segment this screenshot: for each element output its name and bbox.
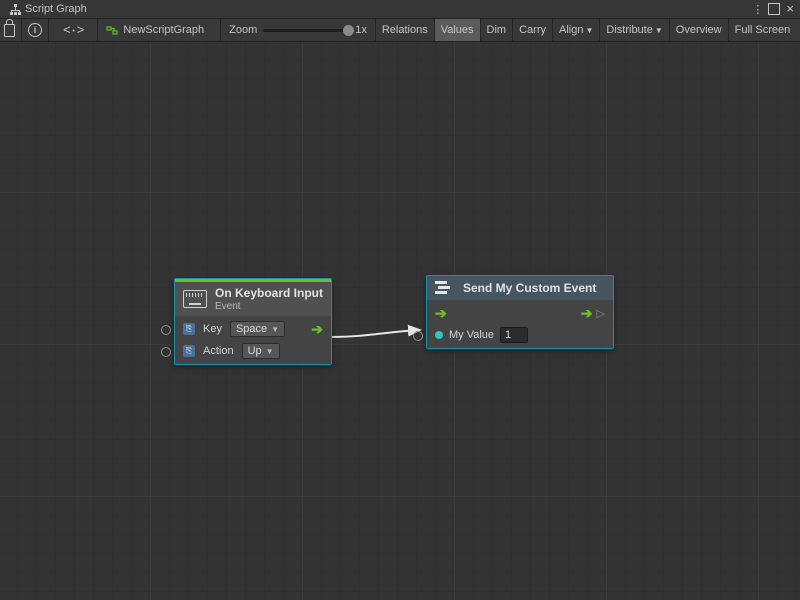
chevron-down-icon: ▼ <box>585 26 593 35</box>
keyboard-icon <box>183 290 207 308</box>
graph-breadcrumb[interactable]: NewScriptGraph <box>98 19 221 41</box>
flow-input-port[interactable]: ➔ <box>435 305 447 322</box>
value-port-icon: ⎘ <box>183 345 195 357</box>
node-title: On Keyboard Input <box>215 286 323 300</box>
zoom-label: Zoom <box>229 24 257 36</box>
input-label: Action <box>203 345 234 357</box>
maximize-icon[interactable] <box>768 3 780 15</box>
zoom-control[interactable]: Zoom 1x <box>221 19 376 41</box>
flow-output-port[interactable]: ➔ <box>581 305 593 322</box>
align-dropdown[interactable]: Align▼ <box>553 19 600 41</box>
carry-button[interactable]: Carry <box>513 19 553 41</box>
input-port[interactable] <box>413 331 423 341</box>
value-port-icon[interactable] <box>435 331 443 339</box>
canvas-grid <box>0 42 800 600</box>
dropdown-value: Space <box>236 323 267 335</box>
graph-hierarchy-icon <box>10 4 21 15</box>
node-send-my-custom-event[interactable]: Send My Custom Event ➔ ➔ ▷ My Value 1 <box>426 275 614 349</box>
node-input-myvalue: My Value 1 <box>427 324 613 346</box>
lock-icon[interactable] <box>4 24 15 37</box>
input-port[interactable] <box>161 347 171 357</box>
chevron-down-icon: ▼ <box>266 347 274 356</box>
value-port-icon: ⎘ <box>183 323 195 335</box>
script-graph-icon <box>106 24 118 36</box>
window-tab[interactable]: Script Graph <box>4 0 93 18</box>
input-label: My Value <box>449 329 494 341</box>
info-icon[interactable]: i <box>28 23 42 37</box>
key-dropdown[interactable]: Space ▼ <box>230 321 285 337</box>
input-port[interactable] <box>161 325 171 335</box>
window-title: Script Graph <box>25 3 87 15</box>
node-title: Send My Custom Event <box>463 281 596 295</box>
fullscreen-button[interactable]: Full Screen <box>729 19 797 41</box>
node-subtitle: Event <box>215 301 323 312</box>
code-brackets-icon[interactable]: <·> <box>63 23 83 38</box>
graph-canvas[interactable]: On Keyboard Input Event ⎘ Key Space ▼ ➔ … <box>0 42 800 600</box>
overview-button[interactable]: Overview <box>670 19 729 41</box>
flow-output-port[interactable]: ➔ <box>311 321 323 338</box>
node-header[interactable]: On Keyboard Input Event <box>175 282 331 316</box>
dim-button[interactable]: Dim <box>481 19 514 41</box>
close-icon[interactable]: × <box>786 4 794 14</box>
zoom-slider[interactable] <box>263 29 349 32</box>
dropdown-value: Up <box>248 345 262 357</box>
value-field[interactable]: 1 <box>500 327 528 343</box>
graph-name: NewScriptGraph <box>123 24 204 36</box>
values-button[interactable]: Values <box>435 19 481 41</box>
input-label: Key <box>203 323 222 335</box>
window-menu-icon[interactable]: ⋮ <box>752 3 762 16</box>
event-send-icon <box>435 280 455 296</box>
node-input-action: ⎘ Action Up ▼ <box>175 340 331 362</box>
relations-button[interactable]: Relations <box>376 19 435 41</box>
zoom-slider-handle[interactable] <box>343 25 354 36</box>
trigger-output-icon[interactable]: ▷ <box>597 307 605 320</box>
zoom-value: 1x <box>355 24 367 36</box>
node-flow-row: ➔ ➔ ▷ <box>427 302 613 324</box>
node-input-key: ⎘ Key Space ▼ ➔ <box>175 318 331 340</box>
node-on-keyboard-input[interactable]: On Keyboard Input Event ⎘ Key Space ▼ ➔ … <box>174 278 332 365</box>
chevron-down-icon: ▼ <box>655 26 663 35</box>
window-titlebar: Script Graph ⋮ × <box>0 0 800 19</box>
action-dropdown[interactable]: Up ▼ <box>242 343 280 359</box>
node-header[interactable]: Send My Custom Event <box>427 276 613 300</box>
distribute-dropdown[interactable]: Distribute▼ <box>600 19 669 41</box>
chevron-down-icon: ▼ <box>271 325 279 334</box>
toolbar: i <·> NewScriptGraph Zoom 1x Relations V… <box>0 19 800 42</box>
